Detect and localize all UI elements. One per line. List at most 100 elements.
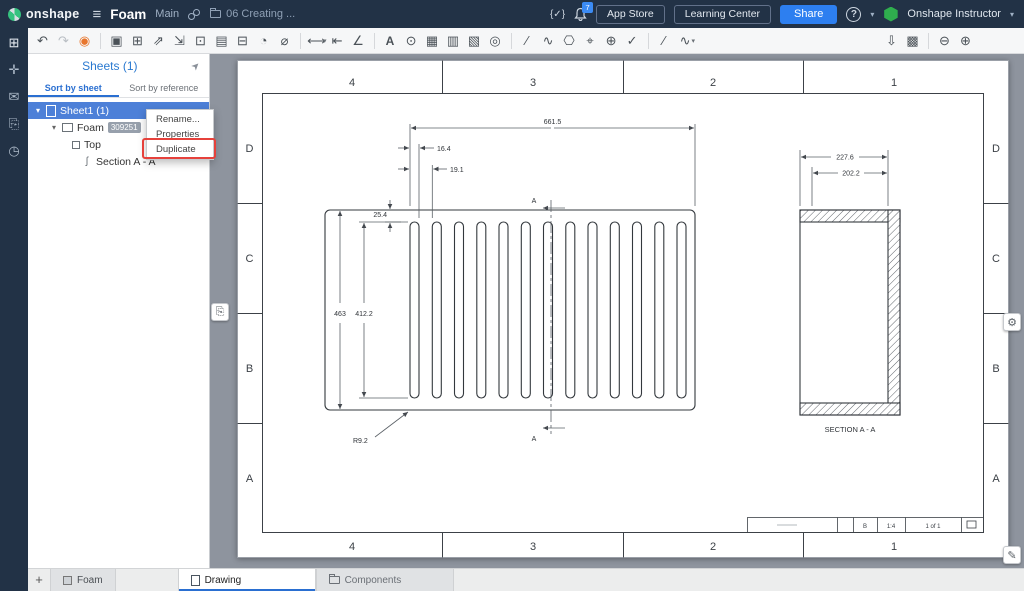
- detail-view-icon[interactable]: ⊡: [190, 29, 211, 53]
- zone-label: 4: [349, 77, 355, 89]
- crop-view-icon[interactable]: ▤: [211, 29, 232, 53]
- inspect-icon[interactable]: ⊙: [401, 29, 422, 53]
- comments-icon[interactable]: ✉: [9, 90, 20, 104]
- workspace-label[interactable]: Main: [155, 8, 179, 20]
- follow-mode-icon[interactable]: ✛: [9, 63, 20, 77]
- zone-label: D: [992, 143, 1000, 155]
- document-title[interactable]: Foam: [110, 7, 146, 22]
- bom-table-icon[interactable]: ▧: [464, 29, 485, 53]
- account-name[interactable]: Onshape Instructor: [907, 8, 1001, 20]
- notification-badge: 7: [582, 2, 593, 13]
- curve-centerline-icon[interactable]: ∿: [538, 29, 559, 53]
- sheets-panel-title: Sheets (1): [28, 59, 192, 73]
- title-block-scale: 1:4: [887, 524, 896, 530]
- dim-pitch[interactable]: 19.1: [450, 167, 464, 174]
- top-bar-right: {✓} 7 App Store Learning Center Share ? …: [550, 5, 1014, 24]
- drawing-sheet[interactable]: 4 3 2 1 4 3 2 1 D C B A D C B A: [237, 60, 1009, 558]
- expand-caret-icon[interactable]: ▾: [34, 106, 42, 115]
- share-button[interactable]: Share: [780, 5, 837, 24]
- zoom-out-icon[interactable]: ⊖: [934, 29, 955, 53]
- history-icon[interactable]: ◷: [8, 144, 19, 158]
- toolbar-separator: [100, 33, 101, 49]
- folder-name: 06 Creating ...: [226, 8, 295, 20]
- clipboard-icon[interactable]: ⎘: [9, 117, 19, 131]
- tab-sort-by-sheet[interactable]: Sort by sheet: [28, 78, 119, 97]
- drawing-canvas[interactable]: 4 3 2 1 4 3 2 1 D C B A D C B A: [210, 54, 1024, 568]
- part-number-badge: 309251: [108, 122, 141, 133]
- section-view-icon[interactable]: ⇲: [169, 29, 190, 53]
- centerline-icon[interactable]: ∕: [517, 29, 538, 53]
- toolbar-separator: [511, 33, 512, 49]
- toolbar-separator: [374, 33, 375, 49]
- left-icon-bar: ⊞ ✛ ✉ ⎘ ◷: [0, 28, 28, 591]
- redo-icon[interactable]: ↷: [53, 29, 74, 53]
- zone-label: 3: [530, 541, 536, 553]
- main-menu-icon[interactable]: ≡: [93, 6, 102, 23]
- help-button[interactable]: ?: [846, 7, 861, 22]
- notifications-button[interactable]: 7: [574, 7, 587, 21]
- broken-view-icon[interactable]: ⊟: [232, 29, 253, 53]
- dim-section-width[interactable]: 227.6: [836, 155, 854, 162]
- dim-section-inner[interactable]: 202.2: [842, 171, 860, 178]
- featurescript-icon[interactable]: {✓}: [550, 9, 565, 20]
- top-view-label: Top: [84, 139, 101, 151]
- tangent-circle-icon[interactable]: ⊕: [601, 29, 622, 53]
- hole-table-icon[interactable]: ▥: [443, 29, 464, 53]
- insert-image-icon[interactable]: ▩: [902, 29, 923, 53]
- zone-label: C: [246, 253, 254, 265]
- dim-offset[interactable]: 16.4: [437, 146, 451, 153]
- toolbar-separator: [928, 33, 929, 49]
- check-icon[interactable]: ✓: [622, 29, 643, 53]
- tools-flyout-button[interactable]: ⚙: [1003, 313, 1021, 331]
- dim-radius[interactable]: R9.2: [353, 438, 368, 445]
- zoom-in-icon[interactable]: ⊕: [955, 29, 976, 53]
- tab-drawing[interactable]: Drawing: [178, 569, 316, 591]
- dim-slot-height[interactable]: 412.2: [355, 311, 373, 318]
- add-tab-button[interactable]: +: [28, 569, 50, 591]
- learning-center-button[interactable]: Learning Center: [674, 5, 771, 24]
- top-bar: onshape ≡ Foam Main 06 Creating ... {✓} …: [0, 0, 1024, 28]
- zone-label: A: [992, 473, 1000, 485]
- tab-components[interactable]: Components: [316, 569, 454, 591]
- balloon-icon[interactable]: ◎: [485, 29, 506, 53]
- dim-height[interactable]: 463: [334, 311, 346, 318]
- dim-overall-width[interactable]: 661.5: [544, 119, 562, 126]
- break-out-section-icon[interactable]: ◔: [253, 29, 274, 53]
- expand-caret-icon[interactable]: ▾: [50, 123, 58, 132]
- app-store-button[interactable]: App Store: [596, 5, 665, 24]
- center-mark-icon[interactable]: ⌖: [580, 29, 601, 53]
- line-icon[interactable]: ∕: [654, 29, 675, 53]
- ordinate-dimension-icon[interactable]: ⇤: [327, 29, 348, 53]
- dim-top-offset[interactable]: 25.4: [373, 212, 387, 219]
- folder-icon: [210, 10, 221, 18]
- panels-icon[interactable]: ⊞: [9, 36, 20, 50]
- insert-view-icon[interactable]: ▣: [106, 29, 127, 53]
- show-hidden-lines-icon[interactable]: ⌀: [274, 29, 295, 53]
- zone-label: B: [992, 363, 999, 375]
- onshape-logo[interactable]: onshape: [8, 7, 80, 21]
- folder-breadcrumb[interactable]: 06 Creating ...: [210, 8, 295, 20]
- undo-icon[interactable]: ↶: [32, 29, 53, 53]
- sketch-icon[interactable]: ◉: [74, 29, 95, 53]
- tab-sort-by-reference[interactable]: Sort by reference: [119, 78, 210, 97]
- sheets-flyout-button[interactable]: ⎘: [211, 303, 229, 321]
- angular-dimension-icon[interactable]: ∠: [348, 29, 369, 53]
- duplicate-highlight-annotation: [142, 138, 216, 159]
- zone-label: 1: [891, 541, 897, 553]
- table-icon[interactable]: ▦: [422, 29, 443, 53]
- tab-foam[interactable]: Foam: [50, 569, 116, 591]
- auxiliary-view-icon[interactable]: ⇗: [148, 29, 169, 53]
- note-icon[interactable]: A: [380, 29, 401, 53]
- edit-sheet-button[interactable]: ✎: [1003, 546, 1021, 564]
- title-block-size: B: [863, 524, 867, 530]
- projected-view-icon[interactable]: ⊞: [127, 29, 148, 53]
- spline-caret-icon[interactable]: ▾: [692, 37, 696, 45]
- tab-drawing-label: Drawing: [205, 575, 242, 586]
- link-icon[interactable]: [188, 8, 201, 21]
- avatar[interactable]: [883, 7, 898, 22]
- polygon-icon[interactable]: ⎔: [559, 29, 580, 53]
- foam-label: Foam: [77, 122, 104, 134]
- tab-bar: + Foam Drawing Components: [28, 568, 1024, 591]
- export-icon[interactable]: ⇩: [881, 29, 902, 53]
- menu-item-rename[interactable]: Rename...: [147, 112, 213, 127]
